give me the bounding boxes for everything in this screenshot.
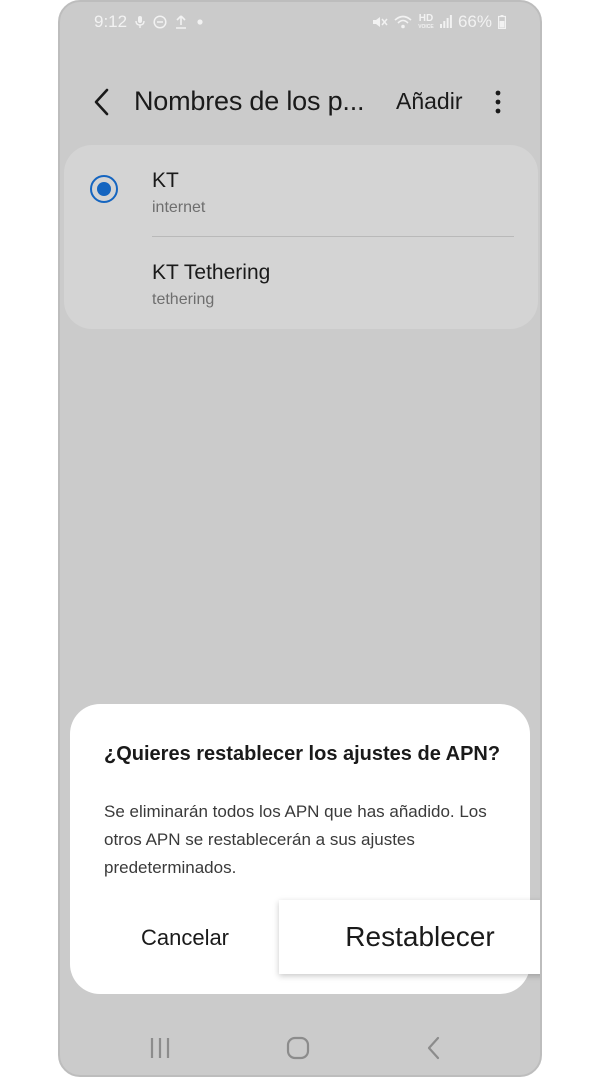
hd-label: HD (418, 13, 434, 24)
status-left: 9:12 (94, 12, 205, 32)
upload-icon (175, 15, 187, 29)
more-options-button[interactable] (486, 86, 510, 118)
voice-label: VOICE (418, 24, 434, 30)
battery-percent: 66% (457, 12, 492, 31)
do-not-disturb-icon (153, 15, 167, 29)
apn-list: KT internet KT Tethering tethering (64, 145, 538, 329)
radio-dot (97, 182, 111, 196)
back-icon (427, 1036, 440, 1060)
app-bar: Nombres de los p... Añadir (60, 72, 540, 132)
phone-screen: 9:12 HD VOICE 66% Nombres de los p... Añ… (58, 0, 542, 1077)
status-right: HD VOICE 66% (372, 12, 506, 32)
mic-icon (135, 15, 145, 29)
nav-back-button[interactable] (414, 1030, 454, 1066)
recents-icon (150, 1038, 170, 1058)
apn-type: tethering (152, 291, 215, 308)
reset-button[interactable]: Restablecer (279, 900, 540, 974)
dialog-title: ¿Quieres restablecer los ajustes de APN? (104, 743, 501, 765)
dot-icon (195, 15, 205, 29)
status-bar: 9:12 HD VOICE 66% (60, 2, 540, 44)
wifi-icon (394, 15, 412, 29)
navigation-bar (60, 1018, 540, 1075)
reset-apn-dialog: ¿Quieres restablecer los ajustes de APN?… (70, 704, 540, 994)
cancel-button[interactable]: Cancelar (120, 916, 250, 960)
page-title: Nombres de los p... (134, 86, 365, 116)
apn-type: internet (152, 199, 206, 216)
home-button[interactable] (278, 1030, 318, 1066)
dialog-message: Se eliminarán todos los APN que has añad… (104, 802, 487, 877)
status-time: 9:12 (94, 12, 128, 31)
recents-button[interactable] (140, 1030, 180, 1066)
apn-name: KT (152, 169, 179, 192)
battery-icon (498, 15, 506, 29)
list-item-apn-kt-tethering[interactable]: KT Tethering tethering (64, 237, 538, 329)
back-button[interactable] (84, 84, 120, 120)
more-vert-icon (495, 90, 501, 114)
signal-icon (439, 15, 452, 29)
chevron-left-icon (94, 88, 109, 116)
radio-selected-kt[interactable] (90, 175, 118, 203)
hd-voice-icon: HD VOICE (418, 13, 434, 31)
reset-button-label: Restablecer (345, 921, 495, 952)
add-button[interactable]: Añadir (396, 88, 462, 115)
apn-name: KT Tethering (152, 261, 271, 284)
home-icon (286, 1036, 310, 1060)
mute-icon (372, 15, 388, 29)
list-item-apn-kt[interactable]: KT internet (64, 145, 538, 237)
